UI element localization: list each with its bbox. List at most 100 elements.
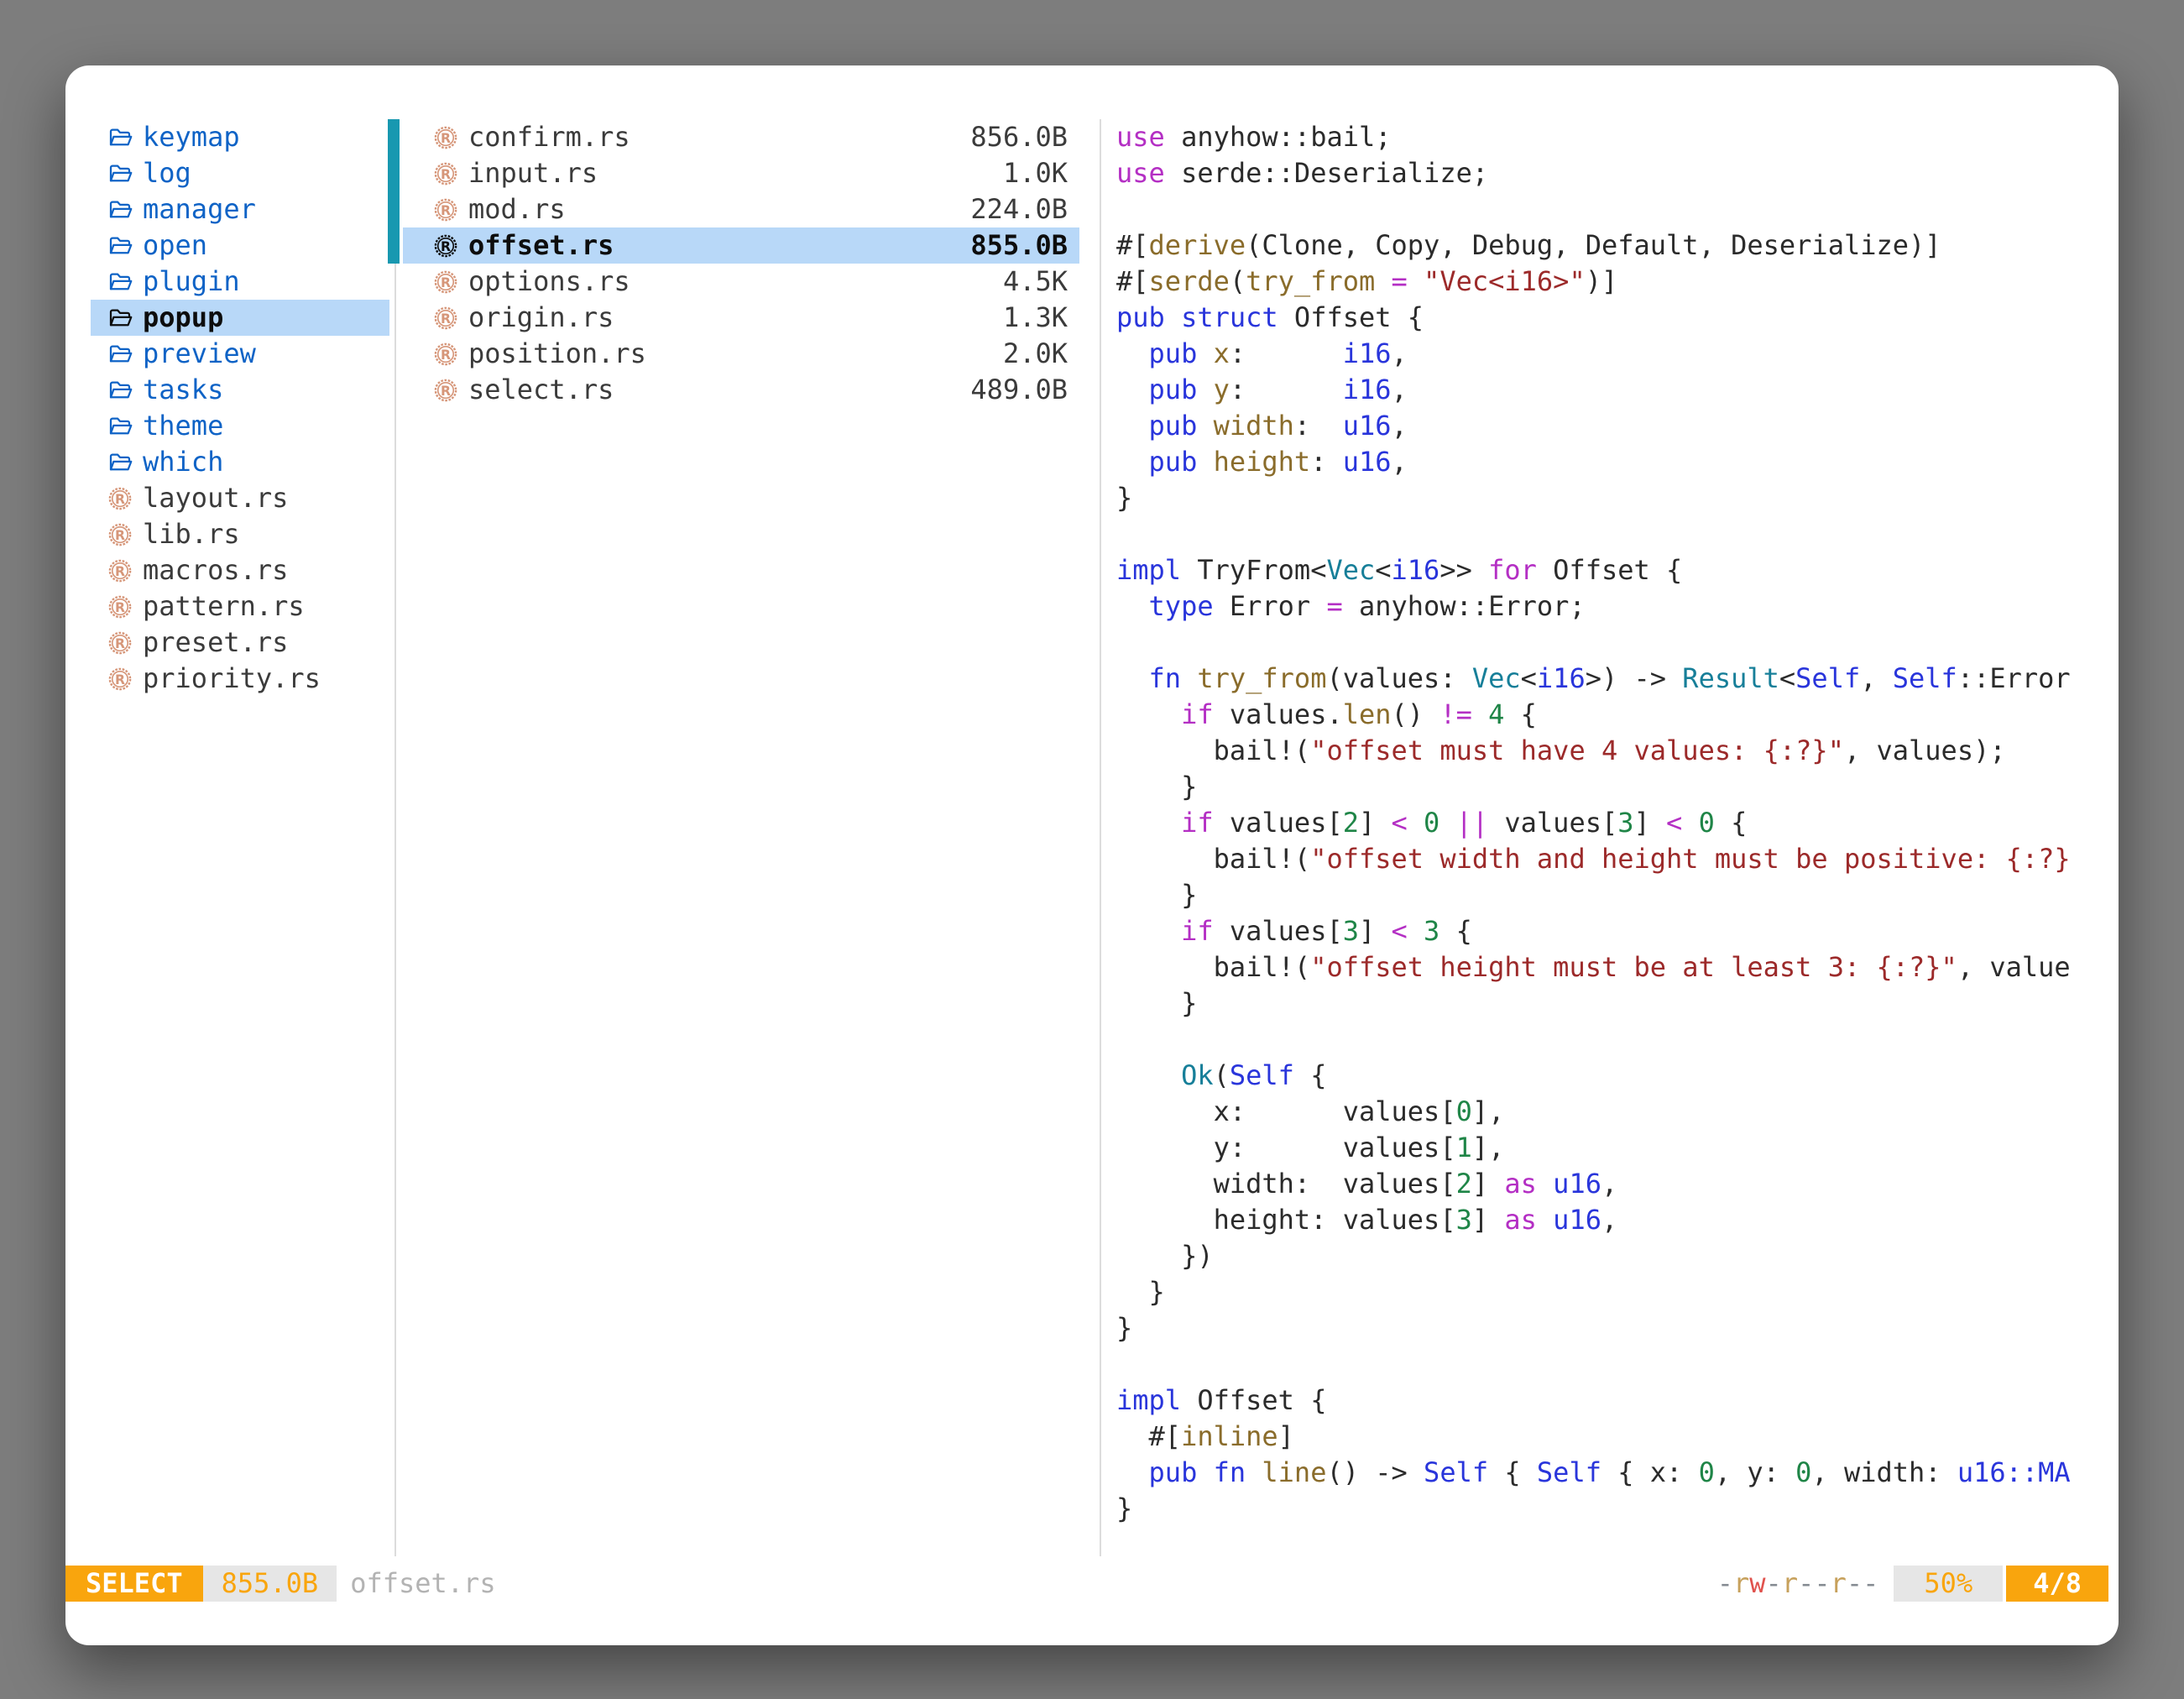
code-line: use serde::Deserialize;	[1116, 155, 2119, 191]
item-label: layout.rs	[143, 480, 288, 516]
rust-file-icon: R	[433, 233, 458, 259]
folder-item-preview[interactable]: preview	[91, 336, 389, 372]
file-item-offset-rs[interactable]: Roffset.rs855.0B	[403, 227, 1079, 264]
code-line: type Error = anyhow::Error;	[1116, 588, 2119, 625]
code-line: use anyhow::bail;	[1116, 119, 2119, 155]
item-label: preset.rs	[143, 625, 288, 661]
file-item-input-rs[interactable]: Rinput.rs1.0K	[403, 155, 1079, 191]
code-line: bail!("offset must have 4 values: {:?}",…	[1116, 733, 2119, 769]
file-item-macros-rs[interactable]: Rmacros.rs	[91, 552, 389, 588]
file-name: select.rs	[468, 372, 614, 408]
folder-item-log[interactable]: log	[91, 155, 389, 191]
code-line: pub y: i16,	[1116, 372, 2119, 408]
mode-badge: SELECT	[65, 1566, 203, 1602]
item-label: tasks	[143, 372, 223, 408]
code-line	[1116, 1022, 2119, 1058]
code-line: pub fn line() -> Self { Self { x: 0, y: …	[1116, 1455, 2119, 1491]
code-line: y: values[1],	[1116, 1130, 2119, 1166]
item-label: macros.rs	[143, 552, 288, 588]
svg-text:R: R	[441, 202, 451, 217]
file-preview-pane[interactable]: use anyhow::bail;use serde::Deserialize;…	[1100, 119, 2119, 1527]
file-item-select-rs[interactable]: Rselect.rs 489.0B	[403, 372, 1079, 408]
rust-file-icon: R	[107, 486, 133, 511]
item-label: lib.rs	[143, 516, 240, 552]
folder-open-icon	[107, 378, 133, 403]
file-name: position.rs	[468, 336, 646, 372]
folder-open-icon	[107, 161, 133, 186]
code-line: }	[1116, 1491, 2119, 1527]
code-line: pub width: u16,	[1116, 408, 2119, 444]
folder-item-which[interactable]: which	[91, 444, 389, 480]
svg-text:R: R	[441, 311, 451, 326]
item-label: plugin	[143, 264, 240, 300]
rust-file-icon: R	[107, 558, 133, 583]
code-line	[1116, 191, 2119, 227]
current-directory-pane: Rconfirm.rs 856.0BRinput.rs1.0KRmod.rs224…	[403, 119, 1079, 408]
file-item-origin-rs[interactable]: Rorigin.rs1.3K	[403, 300, 1079, 336]
file-size: 489.0B	[970, 372, 1068, 408]
item-label: open	[143, 227, 207, 264]
svg-text:R: R	[441, 383, 451, 398]
file-size: 1.0K	[1003, 155, 1068, 191]
folder-item-open[interactable]: open	[91, 227, 389, 264]
file-name: offset.rs	[468, 227, 614, 264]
item-label: keymap	[143, 119, 240, 155]
folder-item-theme[interactable]: theme	[91, 408, 389, 444]
file-item-priority-rs[interactable]: Rpriority.rs	[91, 661, 389, 697]
file-size: 2.0K	[1003, 336, 1068, 372]
desktop: { "colors": { "desktop_bg": "#7d7d7d", "…	[0, 0, 2184, 1699]
rust-file-icon: R	[433, 306, 458, 331]
rust-file-icon: R	[433, 197, 458, 222]
code-line: x: values[0],	[1116, 1094, 2119, 1130]
item-label: pattern.rs	[143, 588, 305, 625]
code-line: }	[1116, 877, 2119, 913]
folder-item-keymap[interactable]: keymap	[91, 119, 389, 155]
item-label: manager	[143, 191, 256, 227]
folder-open-icon	[107, 306, 133, 331]
file-size: 856.0B	[970, 119, 1068, 155]
svg-text:R: R	[441, 274, 451, 290]
file-item-options-rs[interactable]: Roptions.rs4.5K	[403, 264, 1079, 300]
folder-item-plugin[interactable]: plugin	[91, 264, 389, 300]
folder-open-icon	[107, 233, 133, 259]
file-item-pattern-rs[interactable]: Rpattern.rs	[91, 588, 389, 625]
parent-directory-pane: keymaplogmanageropenpluginpopuppreviewta…	[91, 119, 389, 697]
code-line: fn try_from(values: Vec<i16>) -> Result<…	[1116, 661, 2119, 697]
item-label: priority.rs	[143, 661, 321, 697]
folder-item-tasks[interactable]: tasks	[91, 372, 389, 408]
status-filename: offset.rs	[350, 1566, 495, 1602]
folder-open-icon	[107, 269, 133, 295]
svg-text:R: R	[115, 599, 125, 614]
code-line: bail!("offset width and height must be p…	[1116, 841, 2119, 877]
code-line: })	[1116, 1238, 2119, 1274]
file-name: confirm.rs	[468, 119, 630, 155]
item-label: which	[143, 444, 223, 480]
item-label: theme	[143, 408, 223, 444]
file-name: options.rs	[468, 264, 630, 300]
item-label: preview	[143, 336, 256, 372]
pane-divider-left	[394, 119, 396, 1556]
file-item-preset-rs[interactable]: Rpreset.rs	[91, 625, 389, 661]
status-right-group: -rw-r--r-- 50% 4/8	[1717, 1566, 2108, 1602]
code-line: impl Offset {	[1116, 1383, 2119, 1419]
svg-text:R: R	[115, 563, 125, 578]
folder-item-manager[interactable]: manager	[91, 191, 389, 227]
file-item-confirm-rs[interactable]: Rconfirm.rs 856.0B	[403, 119, 1079, 155]
code-line: #[derive(Clone, Copy, Debug, Default, De…	[1116, 227, 2119, 264]
file-item-position-rs[interactable]: Rposition.rs2.0K	[403, 336, 1079, 372]
scroll-percent-badge: 50%	[1894, 1566, 2003, 1602]
rust-file-icon: R	[433, 161, 458, 186]
svg-text:R: R	[115, 635, 125, 651]
file-item-mod-rs[interactable]: Rmod.rs224.0B	[403, 191, 1079, 227]
svg-text:R: R	[441, 166, 451, 181]
rust-file-icon: R	[107, 630, 133, 656]
file-name: origin.rs	[468, 300, 614, 336]
item-label: log	[143, 155, 191, 191]
file-item-lib-rs[interactable]: Rlib.rs	[91, 516, 389, 552]
file-item-layout-rs[interactable]: Rlayout.rs	[91, 480, 389, 516]
folder-item-popup[interactable]: popup	[91, 300, 389, 336]
svg-text:R: R	[115, 527, 125, 542]
folder-open-icon	[107, 342, 133, 367]
svg-text:R: R	[441, 130, 451, 145]
code-line	[1116, 516, 2119, 552]
